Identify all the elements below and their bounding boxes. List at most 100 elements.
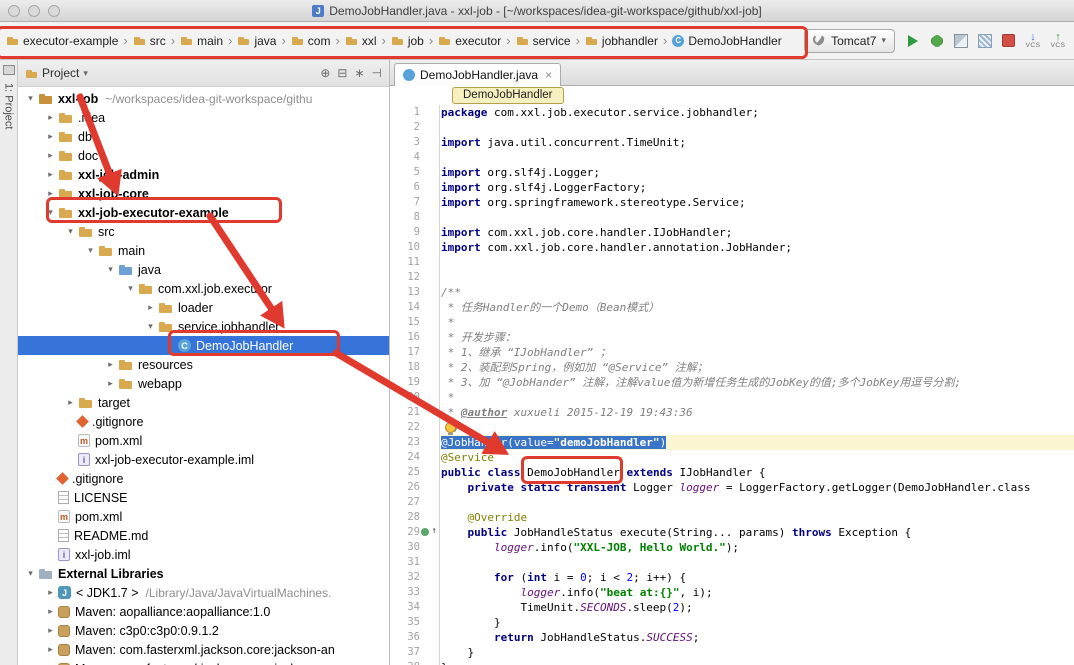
code-line-12[interactable] — [441, 270, 1074, 285]
breadcrumb-item-job[interactable]: job — [390, 32, 425, 50]
tree-item-maven-com-fasterxml-jackson-core-jackson-co[interactable]: ▸Maven: com.fasterxml.jackson.core:jacks… — [18, 659, 389, 665]
tab-demojobhandler[interactable]: DemoJobHandler.java × — [394, 63, 561, 86]
tree-item-webapp[interactable]: ▸webapp — [18, 374, 389, 393]
code-line-15[interactable]: * — [441, 315, 1074, 330]
tree-toggle-icon[interactable]: ▾ — [64, 226, 77, 237]
code-line-27[interactable] — [441, 495, 1074, 510]
intention-bulb-icon[interactable] — [445, 422, 456, 433]
code-line-33[interactable]: logger.info("beat at:{}", i); — [441, 585, 1074, 600]
breadcrumb-item-demojobhandler[interactable]: CDemoJobHandler — [671, 32, 782, 50]
code-line-38[interactable]: } — [441, 660, 1074, 665]
breadcrumb-item-service[interactable]: service — [515, 32, 572, 50]
tree-item-xxl-job-admin[interactable]: ▸xxl-job-admin — [18, 165, 389, 184]
tree-toggle-icon[interactable]: ▾ — [124, 283, 137, 294]
tree-toggle-icon[interactable]: ▸ — [44, 112, 57, 123]
code-line-11[interactable] — [441, 255, 1074, 270]
tree-item-external-libraries[interactable]: ▾External Libraries — [18, 564, 389, 583]
tree-toggle-icon[interactable]: ▸ — [104, 378, 117, 389]
code-line-18[interactable]: * 2、装配到Spring，例如加 “@Service” 注解； — [441, 360, 1074, 375]
project-tool-button[interactable]: 1: Project — [3, 83, 15, 129]
vcs-commit-button[interactable]: ↑ VCS — [1047, 30, 1069, 52]
tree-item-pom-xml[interactable]: mpom.xml — [18, 507, 389, 526]
annotate-button[interactable] — [974, 30, 995, 51]
tree-toggle-icon[interactable]: ▸ — [44, 131, 57, 142]
tree-item-xxl-job-core[interactable]: ▸xxl-job-core — [18, 184, 389, 203]
breadcrumb-item-src[interactable]: src — [132, 32, 167, 50]
tree-item-idea[interactable]: ▸.idea — [18, 108, 389, 127]
stop-button[interactable] — [998, 30, 1019, 51]
breadcrumb-item-java[interactable]: java — [236, 32, 277, 50]
tree-toggle-icon[interactable]: ▸ — [44, 150, 57, 161]
code-line-29[interactable]: public JobHandleStatus execute(String...… — [441, 525, 1074, 540]
tree-item-com-xxl-job-executor[interactable]: ▾com.xxl.job.executor — [18, 279, 389, 298]
tree-toggle-icon[interactable]: ▸ — [44, 625, 57, 636]
settings-gear-icon[interactable]: ∗ — [354, 66, 364, 80]
tree-item-db[interactable]: ▸db — [18, 127, 389, 146]
code-line-2[interactable] — [441, 120, 1074, 135]
tree-item-gitignore[interactable]: .gitignore — [18, 469, 389, 488]
minimize-window-button[interactable] — [28, 5, 40, 17]
tree-toggle-icon[interactable]: ▸ — [104, 359, 117, 370]
tree-item-doc[interactable]: ▸doc — [18, 146, 389, 165]
breadcrumb-item-main[interactable]: main — [179, 32, 224, 50]
code-line-13[interactable]: /** — [441, 285, 1074, 300]
zoom-window-button[interactable] — [48, 5, 60, 17]
code-line-36[interactable]: return JobHandleStatus.SUCCESS; — [441, 630, 1074, 645]
close-window-button[interactable] — [8, 5, 20, 17]
breadcrumb-item-executor-example[interactable]: executor-example — [5, 32, 119, 50]
tree-toggle-icon[interactable]: ▾ — [44, 207, 57, 218]
code-line-20[interactable]: * — [441, 390, 1074, 405]
run-button[interactable] — [902, 30, 923, 51]
tree-item-gitignore[interactable]: .gitignore — [18, 412, 389, 431]
tree-toggle-icon[interactable]: ▾ — [24, 568, 37, 579]
code-line-28[interactable]: @Override — [441, 510, 1074, 525]
code-line-16[interactable]: * 开发步骤： — [441, 330, 1074, 345]
tree-toggle-icon[interactable]: ▾ — [84, 245, 97, 256]
run-config-select[interactable]: Tomcat7 ▾ — [804, 29, 895, 53]
breadcrumb-item-jobhandler[interactable]: jobhandler — [584, 32, 659, 50]
scroll-from-source-icon[interactable]: ⊕ — [320, 66, 330, 80]
code-line-24[interactable]: @Service — [441, 450, 1074, 465]
tree-toggle-icon[interactable]: ▸ — [144, 302, 157, 313]
code-line-30[interactable]: logger.info("XXL-JOB, Hello World."); — [441, 540, 1074, 555]
tree-item-src[interactable]: ▾src — [18, 222, 389, 241]
code-line-21[interactable]: * @author xuxueli 2015-12-19 19:43:36 — [441, 405, 1074, 420]
tree-item-main[interactable]: ▾main — [18, 241, 389, 260]
override-marker-icon[interactable] — [421, 527, 437, 538]
vcs-update-button[interactable]: ↓ VCS — [1022, 30, 1044, 52]
code-line-25[interactable]: public class DemoJobHandler extends IJob… — [441, 465, 1074, 480]
tree-toggle-icon[interactable]: ▾ — [104, 264, 117, 275]
coverage-button[interactable] — [950, 30, 971, 51]
tool-window-icon[interactable] — [3, 65, 15, 75]
code-line-26[interactable]: private static transient Logger logger =… — [441, 480, 1074, 495]
code-line-5[interactable]: import org.slf4j.Logger; — [441, 165, 1074, 180]
breadcrumb-item-com[interactable]: com — [290, 32, 332, 50]
tree-toggle-icon[interactable]: ▸ — [44, 587, 57, 598]
tree-item-xxl-job-executor-example-iml[interactable]: ixxl-job-executor-example.iml — [18, 450, 389, 469]
close-tab-icon[interactable]: × — [545, 68, 552, 82]
breadcrumb-item-xxl[interactable]: xxl — [344, 32, 378, 50]
tree-item-target[interactable]: ▸target — [18, 393, 389, 412]
code-line-1[interactable]: package com.xxl.job.executor.service.job… — [441, 105, 1074, 120]
code-line-8[interactable] — [441, 210, 1074, 225]
tree-toggle-icon[interactable]: ▸ — [64, 397, 77, 408]
tree-item-license[interactable]: LICENSE — [18, 488, 389, 507]
code-line-37[interactable]: } — [441, 645, 1074, 660]
code-line-34[interactable]: TimeUnit.SECONDS.sleep(2); — [441, 600, 1074, 615]
code-line-9[interactable]: import com.xxl.job.core.handler.IJobHand… — [441, 225, 1074, 240]
tree-item-maven-com-fasterxml-jackson-core-jackson-an[interactable]: ▸Maven: com.fasterxml.jackson.core:jacks… — [18, 640, 389, 659]
code-line-19[interactable]: * 3、加 “@JobHander” 注解，注解value值为新增任务生成的Jo… — [441, 375, 1074, 390]
tree-item-resources[interactable]: ▸resources — [18, 355, 389, 374]
code-line-35[interactable]: } — [441, 615, 1074, 630]
tree-item-readme-md[interactable]: README.md — [18, 526, 389, 545]
editor-breadcrumb-chip[interactable]: DemoJobHandler — [452, 87, 564, 104]
chevron-down-icon[interactable]: ▾ — [83, 68, 88, 79]
tree-toggle-icon[interactable]: ▾ — [144, 321, 157, 332]
code-line-31[interactable] — [441, 555, 1074, 570]
tree-toggle-icon[interactable]: ▸ — [44, 606, 57, 617]
tree-item-pom-xml[interactable]: mpom.xml — [18, 431, 389, 450]
code-line-22[interactable]: */ — [441, 420, 1074, 435]
tree-item-maven-c3p0-c3p0-0-9-1-2[interactable]: ▸Maven: c3p0:c3p0:0.9.1.2 — [18, 621, 389, 640]
tree-item-jdk1-7[interactable]: ▸J< JDK1.7 >/Library/Java/JavaVirtualMac… — [18, 583, 389, 602]
hide-panel-icon[interactable]: ⊣ — [372, 66, 382, 80]
